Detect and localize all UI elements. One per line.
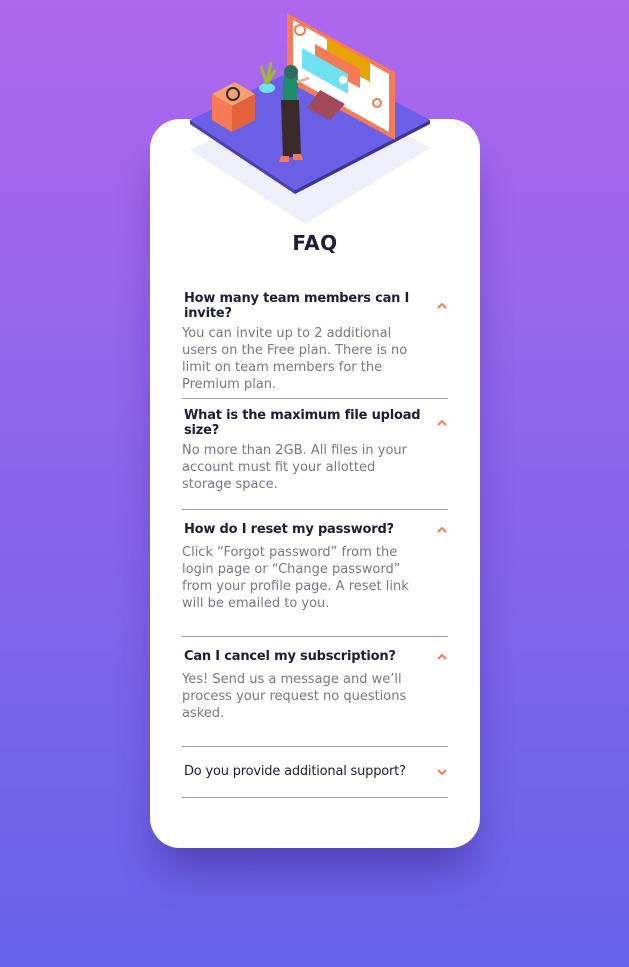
faq-question-row[interactable]: How do I reset my password?: [182, 510, 448, 540]
faq-answer: You can invite up to 2 additional users …: [182, 326, 408, 392]
faq-question[interactable]: How do I reset my password?: [184, 522, 394, 537]
faq-item[interactable]: What is the maximum file upload size? No…: [182, 399, 448, 510]
faq-item[interactable]: Can I cancel my subscription? Yes! Send …: [182, 637, 448, 747]
chevron-up-icon[interactable]: [436, 652, 448, 662]
faq-question[interactable]: Can I cancel my subscription?: [184, 649, 396, 664]
faq-item[interactable]: Do you provide additional support?: [182, 747, 448, 798]
faq-question-row[interactable]: Can I cancel my subscription?: [182, 637, 448, 667]
faq-item[interactable]: How many team members can I invite? You …: [182, 282, 448, 399]
faq-question[interactable]: How many team members can I invite?: [184, 291, 434, 321]
chevron-up-icon[interactable]: [436, 525, 448, 535]
faq-answer: No more than 2GB. All files in your acco…: [182, 443, 407, 492]
faq-question[interactable]: Do you provide additional support?: [184, 764, 406, 779]
faq-answer: Yes! Send us a message and we’ll process…: [182, 672, 407, 721]
faq-question-row[interactable]: Do you provide additional support?: [182, 747, 448, 779]
faq-list: How many team members can I invite? You …: [182, 282, 448, 798]
chevron-down-icon[interactable]: [436, 767, 448, 777]
faq-answer: Click “Forgot password” from the login p…: [182, 545, 409, 611]
faq-question[interactable]: What is the maximum file upload size?: [184, 408, 434, 438]
faq-question-row[interactable]: How many team members can I invite?: [182, 282, 448, 321]
chevron-up-icon[interactable]: [436, 418, 448, 428]
faq-question-row[interactable]: What is the maximum file upload size?: [182, 399, 448, 438]
faq-item[interactable]: How do I reset my password? Click “Forgo…: [182, 510, 448, 637]
page-title: FAQ: [292, 231, 338, 255]
woman-online-illustration: [190, 13, 430, 224]
chevron-up-icon[interactable]: [436, 301, 448, 311]
